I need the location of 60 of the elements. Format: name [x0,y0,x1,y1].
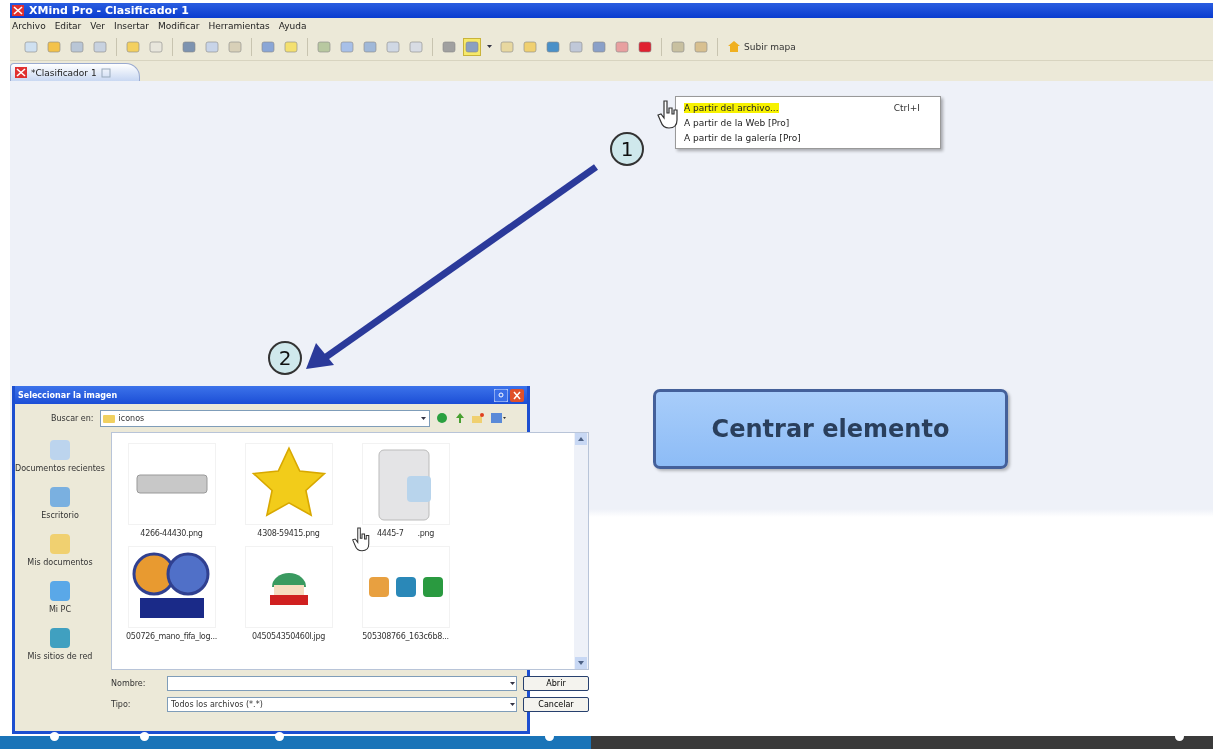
caret-icon [419,414,427,422]
menu-item[interactable]: Editar [54,20,82,31]
places-item[interactable]: Mis sitios de red [15,626,105,661]
chapter-marker-icon [50,732,59,741]
map-icon [15,67,27,78]
central-topic[interactable]: Centrar elemento [653,389,1008,469]
menu-item-label: A partir de la Web [Pro] [684,117,790,128]
house-icon [727,40,741,53]
cancel-button[interactable]: Cancelar [523,697,589,712]
view-menu-icon[interactable] [489,412,506,424]
file-name: 4445-7 [376,529,404,538]
new-folder-icon[interactable] [471,412,484,424]
file-name: 505308766_163c6b8... [362,632,449,641]
subir-mapa-button[interactable]: Subir mapa [725,40,798,53]
menu-item[interactable]: Herramientas [208,20,270,31]
tab-label: *Clasificador 1 [31,67,97,78]
file-name: 4266-44430.png [140,529,203,538]
open-button[interactable]: Abrir [523,676,589,691]
chapter-marker-icon [140,732,149,741]
file-type-dropdown[interactable]: Todos los archivos (*.*) [167,697,517,712]
chapter-marker-icon [275,732,284,741]
caret-icon [509,680,516,687]
menu-item-label: A partir de la galería [Pro] [684,132,801,143]
up-folder-icon[interactable] [453,412,466,424]
help-icon[interactable] [494,388,508,402]
window-title: XMind Pro - Clasificador 1 [29,4,190,17]
file-name-label: Nombre: [111,679,147,688]
places-item[interactable]: Mis documentos [15,532,105,567]
menu-item[interactable]: A partir de la galería [Pro] [676,130,940,145]
scrollbar[interactable] [574,433,588,669]
menu-item[interactable]: Insertar [114,20,150,31]
file-name-field[interactable] [167,676,517,691]
places-item[interactable]: Documentos recientes [15,438,105,473]
look-in-label: Buscar en: [51,413,94,423]
menu-item-label: A partir del archivo... [684,102,779,113]
caret-icon [486,43,493,50]
shortcut-text: Ctrl+I [893,102,920,113]
file-type-label: Tipo: [111,700,132,709]
file-name: 4308-59415.png [257,529,320,538]
places-item[interactable]: Mi PC [15,579,105,614]
close-icon[interactable] [510,388,524,402]
step-number: 2 [268,341,302,375]
back-icon[interactable] [435,412,448,424]
menu-item[interactable]: Archivo [12,20,46,31]
dialog-title: Seleccionar la imagen [18,390,118,400]
scroll-up-icon[interactable] [575,433,587,445]
file-name: 050726_mano_fifa_log... [126,632,217,641]
look-in-dropdown[interactable]: iconos [99,409,430,427]
file-name: 045054350460l.jpg [251,632,326,641]
scroll-down-icon[interactable] [575,657,587,669]
file-name: .png [417,529,435,538]
menu-item[interactable]: Ver [90,20,105,31]
app-logo-icon [12,5,24,16]
menu-item[interactable]: Modificar [158,20,200,31]
editor-tab[interactable]: *Clasificador 1 [10,63,140,81]
menu-item[interactable]: Ayuda [278,20,307,31]
maximize-icon [100,67,111,78]
caret-icon [509,701,516,708]
step-number: 1 [610,132,644,166]
places-item[interactable]: Escritorio [15,485,105,520]
